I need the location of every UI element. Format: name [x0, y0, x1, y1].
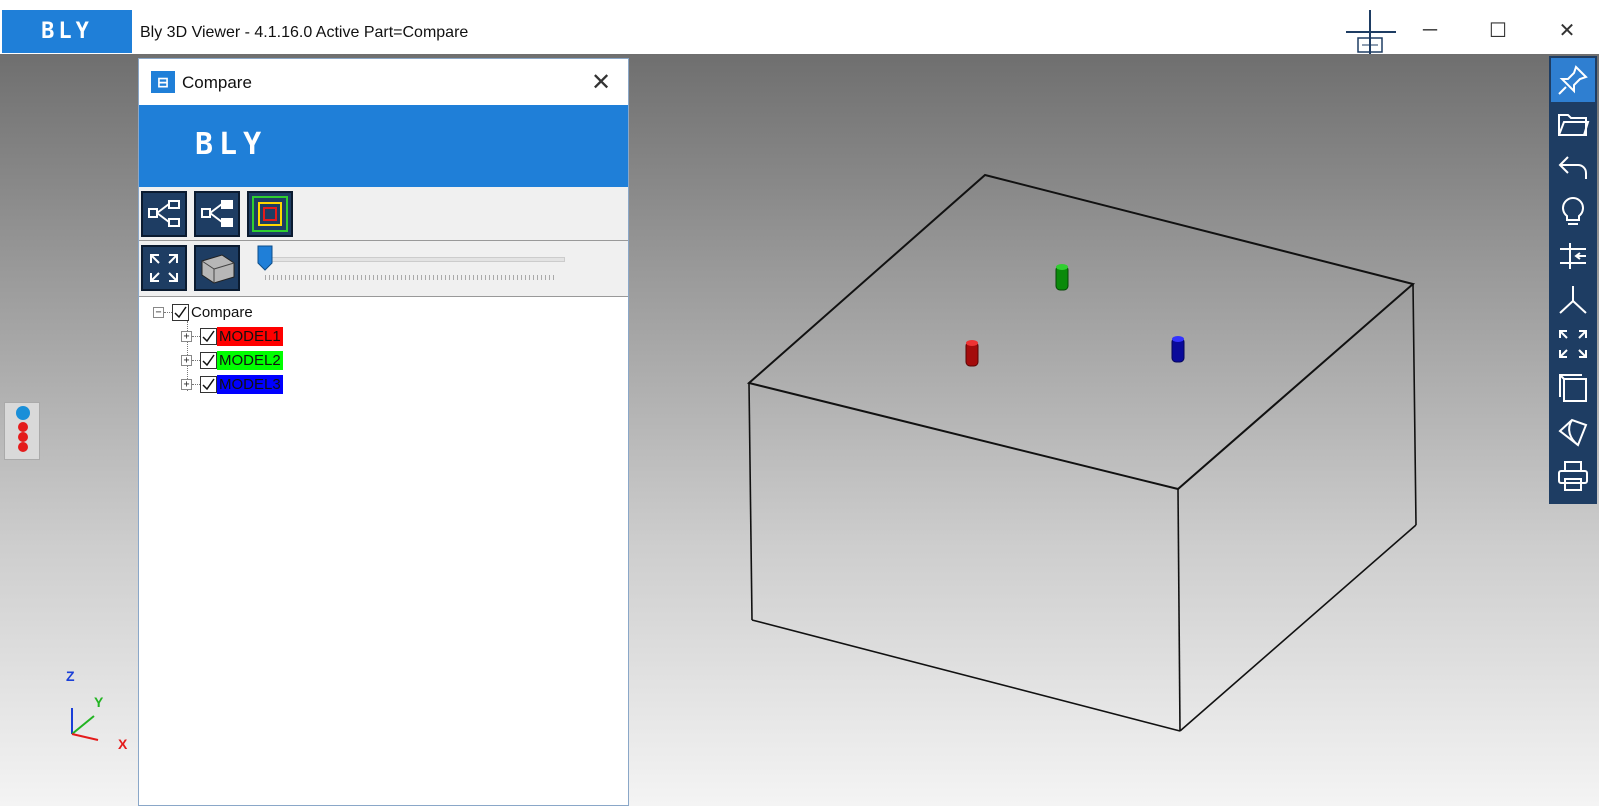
tree-node-root[interactable]: − Compare	[153, 301, 255, 323]
app-logo: BLY	[2, 10, 132, 53]
box-view-icon[interactable]	[1551, 366, 1595, 410]
tree-node-label: MODEL1	[217, 326, 283, 346]
tree-node-label: MODEL2	[217, 350, 283, 370]
lightbulb-icon[interactable]	[1551, 190, 1595, 234]
expand-icon[interactable]: +	[181, 354, 192, 366]
tree-node-label: Compare	[191, 303, 253, 321]
transparency-slider-track[interactable]	[265, 257, 565, 262]
folder-open-icon[interactable]	[1551, 102, 1595, 146]
model-pins	[965, 264, 1185, 367]
model3-checkbox[interactable]	[200, 375, 217, 393]
nested-frame-icon[interactable]	[247, 191, 293, 237]
tree-structure-alt-icon[interactable]	[194, 191, 240, 237]
network-icon[interactable]	[1346, 10, 1396, 54]
axis-icon[interactable]	[1551, 278, 1595, 322]
slider-ticks	[265, 275, 555, 280]
expand-icon[interactable]: +	[181, 330, 192, 342]
close-button[interactable]: ✕	[1543, 14, 1591, 46]
collapse-icon[interactable]: −	[153, 306, 164, 318]
axis-z-label: Z	[66, 668, 75, 684]
panel-title: Compare	[182, 73, 252, 92]
undo-icon[interactable]	[1551, 146, 1595, 190]
panel-banner: BLY	[139, 105, 628, 187]
window-title: Bly 3D Viewer - 4.1.16.0 Active Part=Com…	[140, 24, 469, 41]
maximize-button[interactable]: ☐	[1474, 14, 1522, 46]
expand-icon[interactable]	[141, 245, 187, 291]
split-icon[interactable]	[1551, 234, 1595, 278]
panel-icon: ⊟	[151, 71, 175, 93]
view-toolbar	[139, 241, 628, 297]
section-box-icon[interactable]	[194, 245, 240, 291]
shape-icon[interactable]	[1551, 410, 1595, 454]
tree-node-model3[interactable]: + MODEL3	[181, 373, 283, 395]
expand-icon[interactable]: +	[181, 378, 192, 390]
tree-structure-icon[interactable]	[141, 191, 187, 237]
model1-checkbox[interactable]	[200, 327, 217, 345]
root-checkbox[interactable]	[172, 303, 189, 321]
model2-checkbox[interactable]	[200, 351, 217, 369]
fit-view-icon[interactable]	[1551, 322, 1595, 366]
axis-triad: Z Y X	[58, 668, 138, 758]
axis-x-label: X	[118, 736, 128, 752]
tree-node-label: MODEL3	[217, 374, 283, 394]
print-icon[interactable]	[1551, 454, 1595, 498]
panel-close-button[interactable]: ✕	[586, 67, 616, 97]
slider-thumb[interactable]	[257, 245, 273, 271]
minimize-button[interactable]: ─	[1406, 14, 1454, 46]
panel-header: ⊟ Compare ✕	[139, 59, 628, 105]
tree-toolbar	[139, 187, 628, 241]
tree-node-model2[interactable]: + MODEL2	[181, 349, 283, 371]
right-toolbar	[1549, 56, 1597, 504]
compare-panel: ⊟ Compare ✕ BLY − Compare + MODEL1 + MOD…	[138, 58, 629, 806]
axis-y-label: Y	[94, 694, 104, 710]
tree-node-model1[interactable]: + MODEL1	[181, 325, 283, 347]
title-bar: BLY Bly 3D Viewer - 4.1.16.0 Active Part…	[0, 0, 1599, 54]
views-handle[interactable]	[4, 402, 40, 460]
pin-icon[interactable]	[1551, 58, 1595, 102]
